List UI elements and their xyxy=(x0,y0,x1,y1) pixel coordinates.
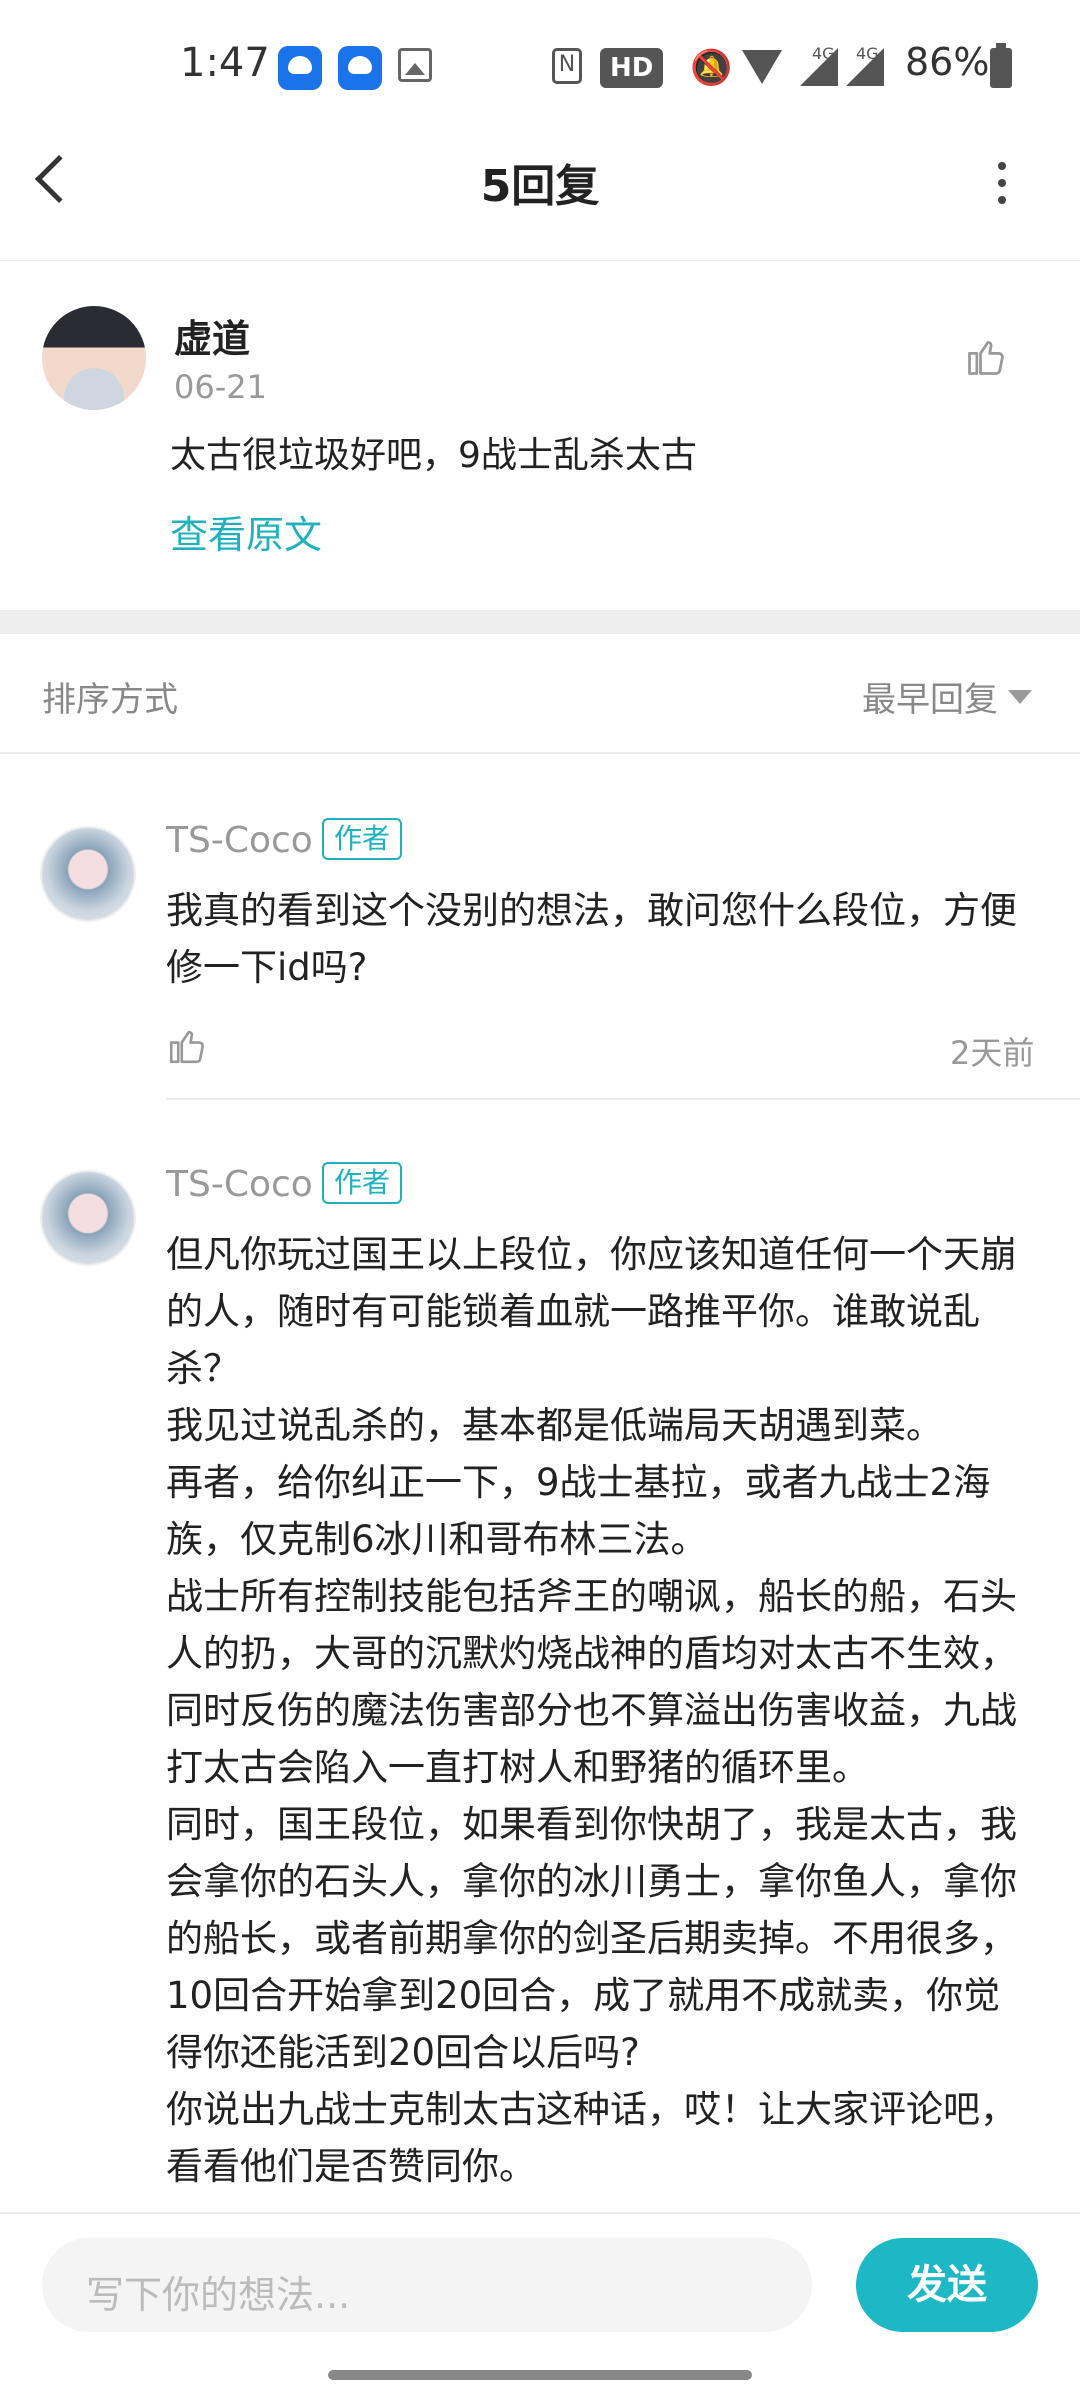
comment-input-placeholder[interactable]: 写下你的想法... xyxy=(86,2264,350,2319)
view-original-link[interactable]: 查看原文 xyxy=(170,504,322,559)
battery-icon xyxy=(990,43,1012,88)
send-button[interactable]: 发送 xyxy=(856,2238,1038,2332)
page-title: 5回复 xyxy=(480,161,600,212)
wifi-icon xyxy=(742,50,782,84)
like-icon[interactable] xyxy=(964,335,1008,383)
avatar[interactable] xyxy=(42,306,146,410)
more-options-icon[interactable] xyxy=(998,162,1006,213)
reply-text: 但凡你玩过国王以上段位，你应该知道任何一个天崩的人，随时有可能锁着血就一路推平你… xyxy=(166,1233,1017,2188)
reply-time: 2天前 xyxy=(950,1034,1035,1072)
battery-percent: 86% xyxy=(905,40,990,84)
avatar[interactable] xyxy=(40,826,136,922)
gesture-bar[interactable] xyxy=(328,2370,752,2380)
app-notification-icon xyxy=(278,46,322,90)
status-bar: 1:47 N HD 🔕 4G 4G 86% xyxy=(0,0,1080,130)
sort-label: 排序方式 xyxy=(42,680,178,720)
post-date: 06-21 xyxy=(174,368,267,406)
author-badge: 作者 xyxy=(322,818,403,860)
sort-dropdown[interactable]: 最早回复 xyxy=(862,672,998,721)
reply-author[interactable]: TS-Coco xyxy=(166,820,313,861)
divider xyxy=(0,752,1080,754)
divider xyxy=(166,1098,1080,1100)
image-icon xyxy=(398,48,432,82)
post-author[interactable]: 虚道 xyxy=(174,308,250,363)
post-text: 太古很垃圾好吧，9战士乱杀太古 xyxy=(170,435,697,476)
like-icon[interactable] xyxy=(166,1025,208,1071)
status-time: 1:47 xyxy=(180,40,270,86)
reply-text: 我真的看到这个没别的想法，敢问您什么段位，方便修一下id吗? xyxy=(166,889,1017,989)
chevron-down-icon[interactable] xyxy=(1008,690,1032,704)
reply-author[interactable]: TS-Coco xyxy=(166,1164,313,1205)
author-badge: 作者 xyxy=(322,1162,403,1204)
nfc-icon: N xyxy=(552,48,582,84)
app-notification-icon xyxy=(338,46,382,90)
section-divider xyxy=(0,610,1080,634)
signal-icon xyxy=(846,48,884,86)
signal-icon xyxy=(800,48,838,86)
avatar[interactable] xyxy=(40,1170,136,1266)
hd-voice-icon: HD xyxy=(600,48,664,88)
mute-icon: 🔕 xyxy=(690,48,733,88)
